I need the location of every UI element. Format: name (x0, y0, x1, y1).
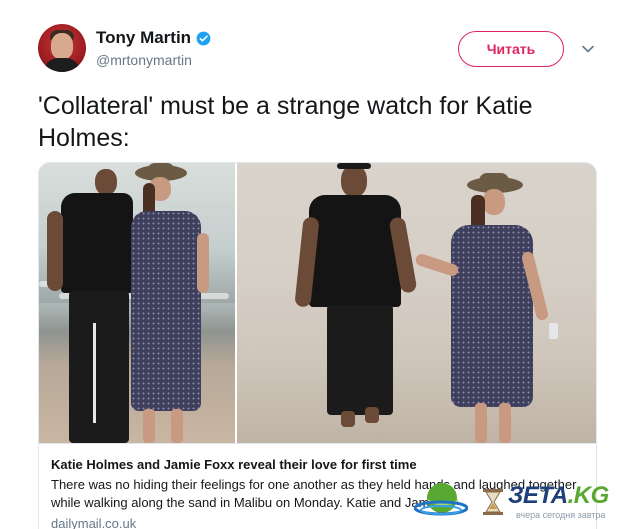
hourglass-icon (480, 488, 506, 516)
tweet: Tony Martin @mrtonymartin Читать 'Collat… (0, 0, 630, 529)
watermark-brand: ЗETA.KG (508, 482, 609, 510)
photo-man-head (341, 165, 367, 197)
photo-woman-leg (475, 403, 487, 443)
photo-woman-hat-crown (147, 163, 175, 175)
author-handle[interactable]: @mrtonymartin (96, 52, 192, 68)
verified-badge-icon (196, 31, 211, 46)
site-watermark: ЗETA.KG вчера сегодня завтра (412, 478, 628, 526)
card-photos[interactable] (39, 163, 596, 443)
follow-button[interactable]: Читать (458, 31, 564, 67)
card-title: Katie Holmes and Jamie Foxx reveal their… (51, 457, 417, 472)
photo-can (549, 323, 558, 339)
photo-woman-arm (197, 233, 209, 293)
tweet-text: 'Collateral' must be a strange watch for… (38, 92, 533, 152)
photo-man-foot (365, 407, 379, 423)
link-card[interactable]: Katie Holmes and Jamie Foxx reveal their… (38, 162, 597, 529)
author-display-name[interactable]: Tony Martin (96, 28, 191, 48)
photo-man-shirt (61, 193, 133, 293)
watermark-brand-main: ЗETA (508, 482, 568, 509)
watermark-tagline: вчера сегодня завтра (516, 510, 606, 520)
card-photo-left (39, 163, 235, 443)
photo-woman-dress (451, 225, 533, 407)
photo-woman-leg (143, 409, 155, 443)
avatar-face (51, 33, 73, 59)
author-avatar[interactable] (38, 24, 86, 72)
photo-woman-face (483, 189, 505, 215)
author-name-row: Tony Martin (96, 28, 211, 48)
photo-man-sunglasses (337, 163, 371, 169)
photo-pants-stripe (93, 323, 96, 423)
chevron-down-icon[interactable] (580, 41, 596, 57)
photo-woman-leg (171, 409, 183, 443)
globe-logo-icon (413, 480, 469, 520)
photo-woman-dress (131, 211, 201, 411)
avatar-body (44, 58, 80, 72)
photo-man-pants (69, 291, 129, 443)
card-photo-right (237, 163, 596, 443)
watermark-brand-tld: .KG (567, 482, 610, 509)
photo-man-shirt (309, 195, 401, 307)
photo-woman-hat-crown (479, 173, 509, 185)
photo-woman-leg (499, 403, 511, 443)
photo-man-arm (47, 211, 63, 291)
photo-man-pants (327, 305, 393, 415)
photo-man-foot (341, 411, 355, 427)
photo-man-head (95, 169, 117, 195)
